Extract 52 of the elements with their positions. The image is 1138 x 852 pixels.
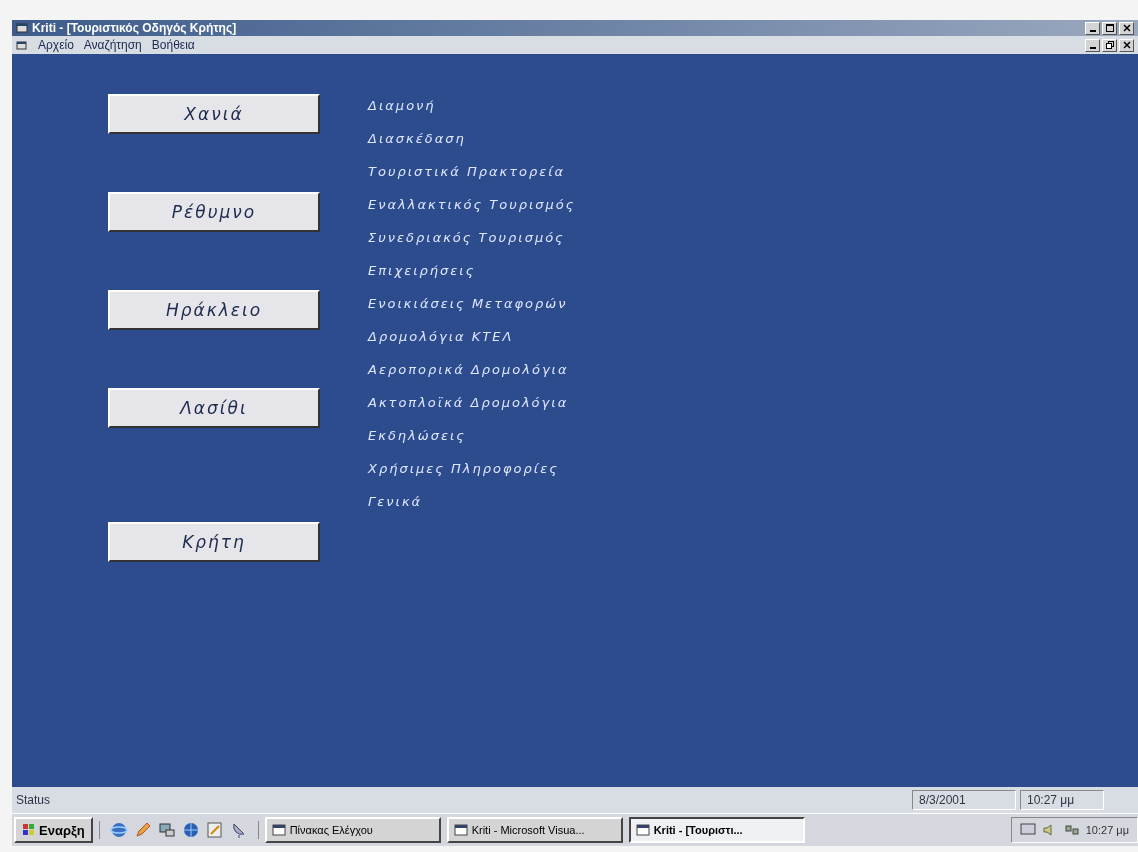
restore-button[interactable] bbox=[1102, 38, 1117, 52]
category-link[interactable]: Συνεδριακός Τουρισμός bbox=[368, 228, 576, 261]
category-link[interactable]: Γενικά bbox=[368, 492, 576, 525]
globe-icon[interactable] bbox=[109, 821, 128, 839]
taskbar-button[interactable]: Kriti - [Τουριστι... bbox=[628, 817, 805, 843]
close-icon bbox=[1122, 41, 1131, 49]
close-icon bbox=[1122, 24, 1131, 32]
window-icon bbox=[635, 824, 650, 836]
category-link[interactable]: Δρομολόγια ΚΤΕΛ bbox=[368, 327, 576, 360]
close-button[interactable] bbox=[1119, 21, 1134, 35]
window-title: Kriti - [Τουριστικός Οδηγός Κρήτης] bbox=[32, 21, 237, 35]
window-icon bbox=[16, 22, 28, 34]
status-date: 8/3/2001 bbox=[912, 790, 1016, 810]
category-link[interactable]: Επιχειρήσεις bbox=[368, 261, 576, 294]
region-button[interactable]: Λασίθι bbox=[108, 388, 320, 428]
window-icon bbox=[453, 824, 468, 836]
maximize-button[interactable] bbox=[1102, 21, 1117, 35]
category-link[interactable]: Ενοικιάσεις Μεταφορών bbox=[368, 294, 576, 327]
category-link[interactable]: Ακτοπλοϊκά Δρομολόγια bbox=[368, 393, 576, 426]
region-button[interactable]: Ρέθυμνο bbox=[108, 192, 320, 232]
region-button[interactable]: Ηράκλειο bbox=[108, 290, 320, 330]
pencil-icon[interactable] bbox=[133, 821, 152, 839]
close-button[interactable] bbox=[1119, 38, 1134, 52]
region-button[interactable]: Κρήτη bbox=[108, 522, 320, 562]
category-link[interactable]: Αεροπορικά Δρομολόγια bbox=[368, 360, 576, 393]
windows-logo-icon bbox=[22, 823, 36, 837]
globe-icon[interactable] bbox=[181, 821, 200, 839]
minimize-button[interactable] bbox=[1085, 38, 1100, 52]
menu-item[interactable]: Αναζήτηση bbox=[83, 38, 142, 52]
minimize-button[interactable] bbox=[1085, 21, 1100, 35]
taskbar-clock: 10:27 μμ bbox=[1085, 824, 1129, 836]
computer-icon[interactable] bbox=[157, 821, 176, 839]
maximize-icon bbox=[1105, 24, 1114, 32]
category-link[interactable]: Διαμονή bbox=[368, 96, 576, 129]
status-text: Status bbox=[16, 793, 52, 807]
network-icon[interactable] bbox=[1063, 823, 1080, 837]
document-icon bbox=[16, 39, 28, 51]
window-icon bbox=[271, 824, 286, 836]
status-time: 10:27 μμ bbox=[1020, 790, 1104, 810]
start-button[interactable]: Εναρξη bbox=[14, 817, 93, 843]
category-link[interactable]: Διασκέδαση bbox=[368, 129, 576, 162]
category-link[interactable]: Εναλλακτικός Τουρισμός bbox=[368, 195, 576, 228]
category-link[interactable]: Τουριστικά Πρακτορεία bbox=[368, 162, 576, 195]
region-button[interactable]: Χανιά bbox=[108, 94, 320, 134]
taskbar-button[interactable]: Πίνακας Ελέγχου bbox=[264, 817, 441, 843]
menu-item[interactable]: Αρχείο bbox=[38, 38, 74, 52]
notepad-icon[interactable] bbox=[205, 821, 224, 839]
restore-icon bbox=[1105, 41, 1114, 49]
category-link[interactable]: Εκδηλώσεις bbox=[368, 426, 576, 459]
taskbar-button[interactable]: Kriti - Microsoft Visua... bbox=[446, 817, 623, 843]
menu-item[interactable]: Βοήθεια bbox=[151, 38, 195, 52]
category-link[interactable]: Χρήσιμες Πληροφορίες bbox=[368, 459, 576, 492]
